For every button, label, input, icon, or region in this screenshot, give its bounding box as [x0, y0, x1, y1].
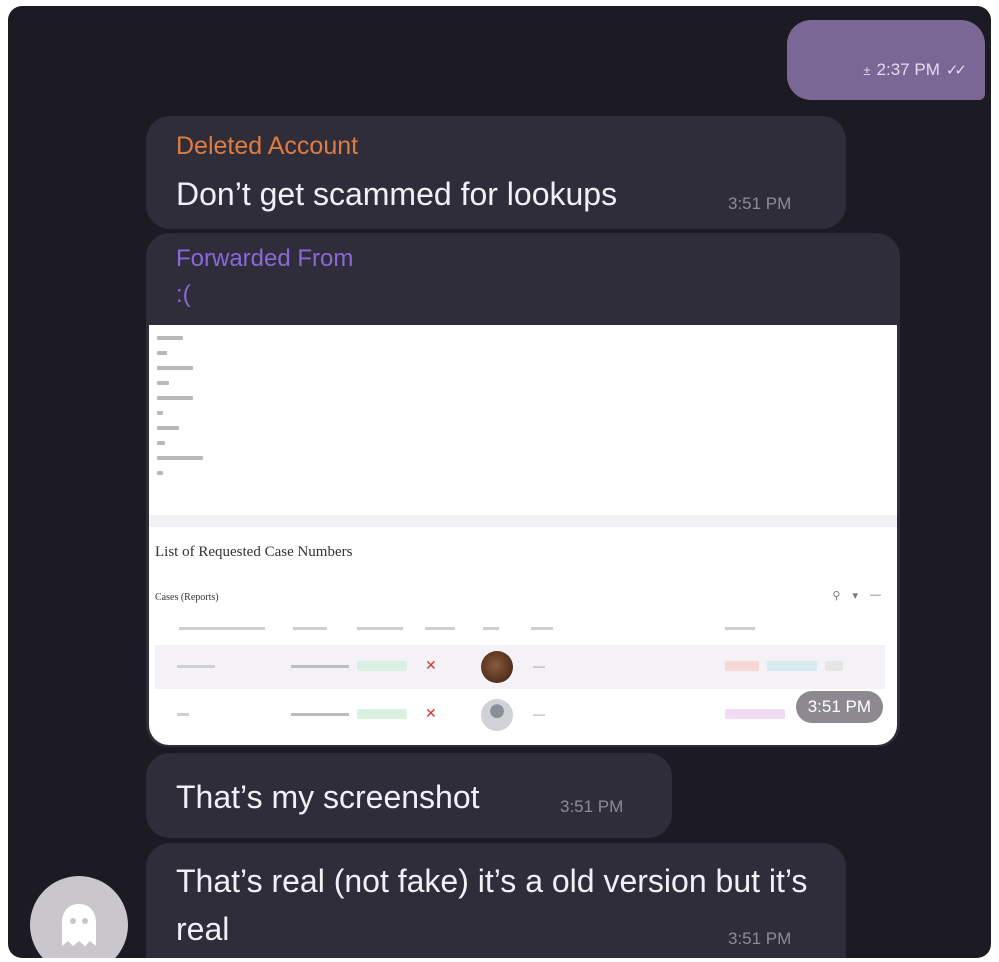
forwarded-message-bubble[interactable]: Forwarded From :( List of Requested Case… [146, 233, 900, 747]
filter-icon: ▾ [852, 590, 858, 602]
message-text: Don’t get scammed for lookups [176, 176, 618, 212]
message-text: That’s my screenshot [176, 779, 480, 815]
message-time: 3:51 PM [795, 691, 883, 723]
chat-window: ± 2:37 PM ✓✓ Deleted Account Don’t get s… [8, 6, 991, 958]
table-row: ✕ — [155, 645, 885, 689]
double-check-icon: ✓✓ [945, 62, 967, 79]
avatar [481, 651, 513, 683]
forwarded-from-name[interactable]: :( [176, 281, 191, 309]
outgoing-message-bubble[interactable]: ± 2:37 PM ✓✓ [787, 20, 985, 100]
avatar[interactable] [30, 876, 128, 958]
sender-name[interactable]: Deleted Account [176, 132, 358, 161]
screenshot-image[interactable]: List of Requested Case Numbers Cases (Re… [149, 325, 897, 745]
table-title: Cases (Reports) [155, 592, 219, 603]
message-time: 2:37 PM [876, 60, 940, 79]
message-bubble[interactable]: That’s my screenshot 3:51 PM [146, 753, 672, 838]
outgoing-message-meta: ± 2:37 PM ✓✓ [863, 60, 967, 80]
message-time: 3:51 PM [728, 194, 792, 213]
forwarded-from-label: Forwarded From [176, 245, 354, 272]
section-divider [149, 515, 897, 527]
ghost-icon [62, 904, 96, 946]
message-bubble[interactable]: That’s real (not fake) it’s a old versio… [146, 843, 846, 958]
message-time: 3:51 PM [560, 797, 624, 816]
attachment-icon: ± [863, 62, 871, 78]
more-icon: — [870, 589, 881, 601]
table-toolbar: ⚲ ▾ — [832, 589, 881, 602]
list-title: List of Requested Case Numbers [155, 544, 353, 560]
search-icon: ⚲ [832, 590, 841, 602]
table-header [159, 627, 885, 633]
message-bubble[interactable]: Deleted Account Don’t get scammed for lo… [146, 116, 846, 229]
profile-stats-text [157, 329, 357, 486]
message-time: 3:51 PM [728, 929, 792, 948]
table-row: ✕ — [155, 693, 885, 737]
avatar [481, 699, 513, 731]
